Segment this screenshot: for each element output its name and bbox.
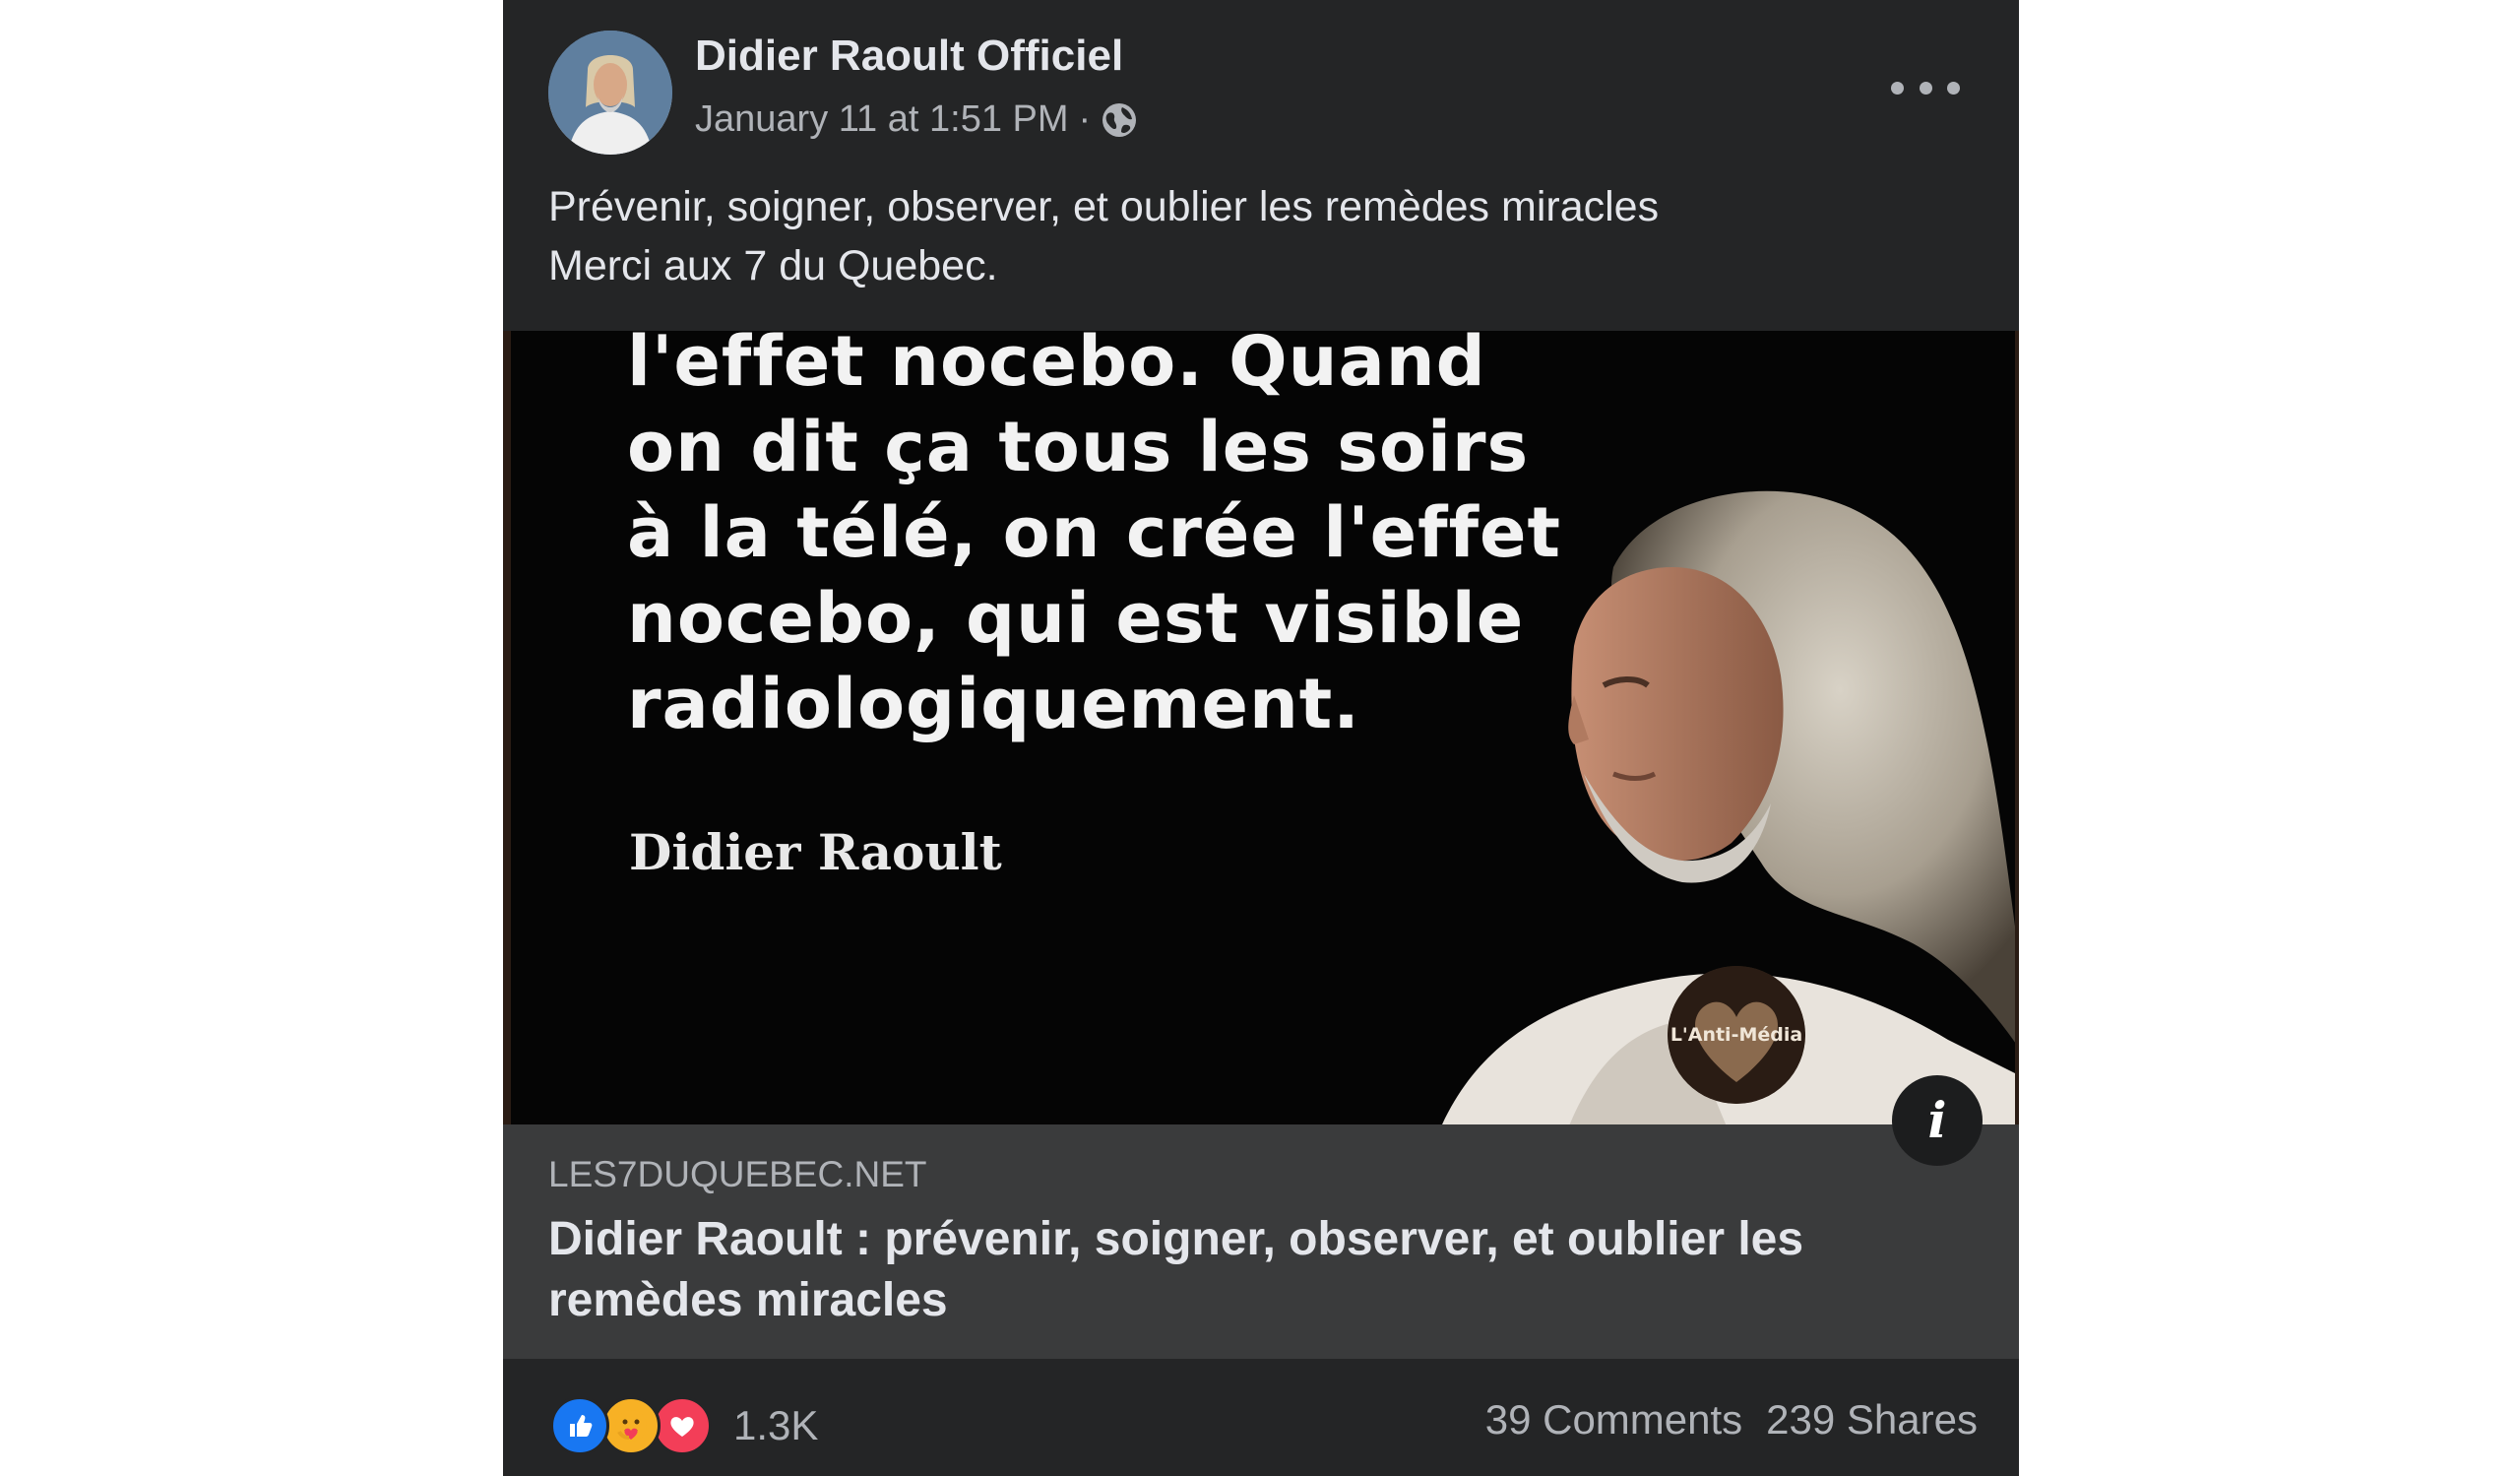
engagement-stats: 39 Comments 239 Shares (1485, 1396, 1978, 1444)
shared-image[interactable]: l'effet nocebo. Quand on dit ça tous les… (503, 331, 2019, 1124)
link-title[interactable]: Didier Raoult : prévenir, soigner, obser… (548, 1209, 1966, 1331)
quote-line: on dit ça tous les soirs (627, 407, 1530, 487)
quote-line: à la télé, on crée l'effet (627, 492, 1561, 573)
quote-signature: Didier Raoult (629, 823, 1002, 881)
link-title-line: remèdes miracles (548, 1274, 948, 1326)
caption-line: Merci aux 7 du Quebec. (548, 242, 998, 289)
quote-line: radiologiquement. (627, 664, 1360, 744)
engagement-bar: 1.3K 39 Comments 239 Shares (503, 1359, 2019, 1476)
globe-icon[interactable] (1101, 101, 1138, 139)
watermark-text: L'Anti-Média (1670, 1024, 1802, 1046)
more-dot (1891, 81, 1904, 95)
shares-count[interactable]: 239 Shares (1766, 1396, 1978, 1444)
love-icon (653, 1396, 712, 1455)
like-icon (550, 1396, 609, 1455)
reactions-summary[interactable]: 1.3K (550, 1396, 818, 1455)
care-icon (601, 1396, 661, 1455)
stats-gap (1742, 1396, 1766, 1444)
post-timestamp[interactable]: January 11 at 1:51 PM (695, 98, 1069, 141)
comments-count[interactable]: 39 Comments (1485, 1396, 1742, 1444)
caption-line: Prévenir, soigner, observer, et oublier … (548, 183, 1660, 230)
facebook-post: Didier Raoult Officiel January 11 at 1:5… (503, 0, 2019, 1476)
link-title-line: Didier Raoult : prévenir, soigner, obser… (548, 1213, 1804, 1265)
link-domain: LES7DUQUEBEC.NET (548, 1154, 927, 1194)
more-options-icon[interactable] (1891, 63, 1960, 112)
post-meta: January 11 at 1:51 PM · (695, 98, 1138, 141)
post-caption: Prévenir, soigner, observer, et oublier … (548, 177, 1966, 295)
link-preview[interactable]: LES7DUQUEBEC.NET Didier Raoult : préveni… (503, 1124, 2019, 1359)
watermark-logo: L'Anti-Média (1668, 966, 1805, 1104)
info-icon[interactable]: i (1892, 1075, 1983, 1166)
reactions-count[interactable]: 1.3K (733, 1402, 818, 1449)
info-glyph: i (1927, 1091, 1947, 1149)
avatar-image (548, 31, 672, 155)
quote-line: nocebo, qui est visible (627, 578, 1525, 659)
image-quote: l'effet nocebo. Quand on dit ça tous les… (627, 331, 1561, 747)
more-dot (1919, 81, 1932, 95)
author-name[interactable]: Didier Raoult Officiel (695, 32, 1123, 81)
author-avatar[interactable] (548, 31, 672, 155)
more-dot (1947, 81, 1960, 95)
meta-separator: · (1078, 98, 1092, 140)
quote-line: l'effet nocebo. Quand (627, 331, 1486, 402)
